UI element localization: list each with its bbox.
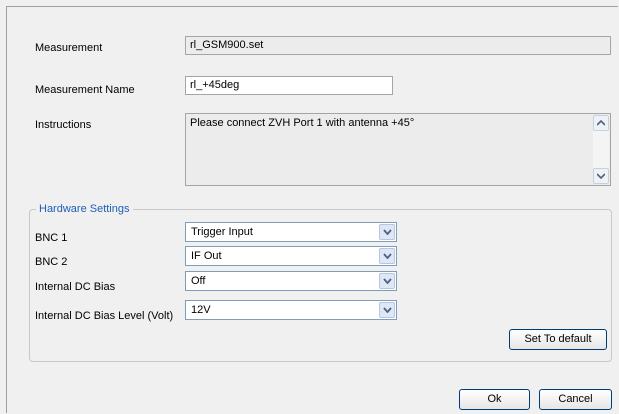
chevron-down-icon[interactable]	[379, 248, 395, 264]
dc-bias-select[interactable]: Off	[185, 271, 397, 291]
dc-bias-label: Internal DC Bias	[35, 281, 116, 293]
instructions-text: Please connect ZVH Port 1 with antenna +…	[190, 117, 415, 129]
dc-bias-level-select[interactable]: 12V	[185, 300, 397, 320]
bnc1-label: BNC 1	[35, 232, 68, 244]
chevron-down-icon[interactable]	[379, 302, 395, 318]
instructions-label: Instructions	[35, 119, 92, 131]
hardware-settings-title: Hardware Settings	[36, 203, 133, 215]
chevron-down-icon[interactable]	[379, 224, 395, 240]
bnc2-select[interactable]: IF Out	[185, 246, 397, 266]
dc-bias-level-value: 12V	[191, 304, 211, 316]
bnc1-select[interactable]: Trigger Input	[185, 222, 397, 242]
instructions-textarea[interactable]: Please connect ZVH Port 1 with antenna +…	[185, 113, 611, 186]
measurement-name-input[interactable]: rl_+45deg	[185, 76, 393, 95]
scroll-down-icon[interactable]	[593, 168, 609, 184]
instructions-scrollbar[interactable]	[593, 115, 609, 184]
ok-button[interactable]: Ok	[459, 389, 530, 410]
measurement-label: Measurement	[35, 42, 103, 54]
scroll-up-icon[interactable]	[593, 115, 609, 131]
set-to-default-button[interactable]: Set To default	[509, 329, 607, 350]
measurement-name-label: Measurement Name	[35, 84, 135, 96]
chevron-down-icon[interactable]	[379, 273, 395, 289]
bnc1-value: Trigger Input	[191, 226, 253, 238]
dc-bias-level-label: Internal DC Bias Level (Volt)	[35, 310, 174, 322]
bnc2-value: IF Out	[191, 250, 222, 262]
cancel-button[interactable]: Cancel	[539, 389, 612, 410]
measurement-field: rl_GSM900.set	[185, 36, 611, 55]
dc-bias-value: Off	[191, 275, 206, 287]
bnc2-label: BNC 2	[35, 256, 68, 268]
